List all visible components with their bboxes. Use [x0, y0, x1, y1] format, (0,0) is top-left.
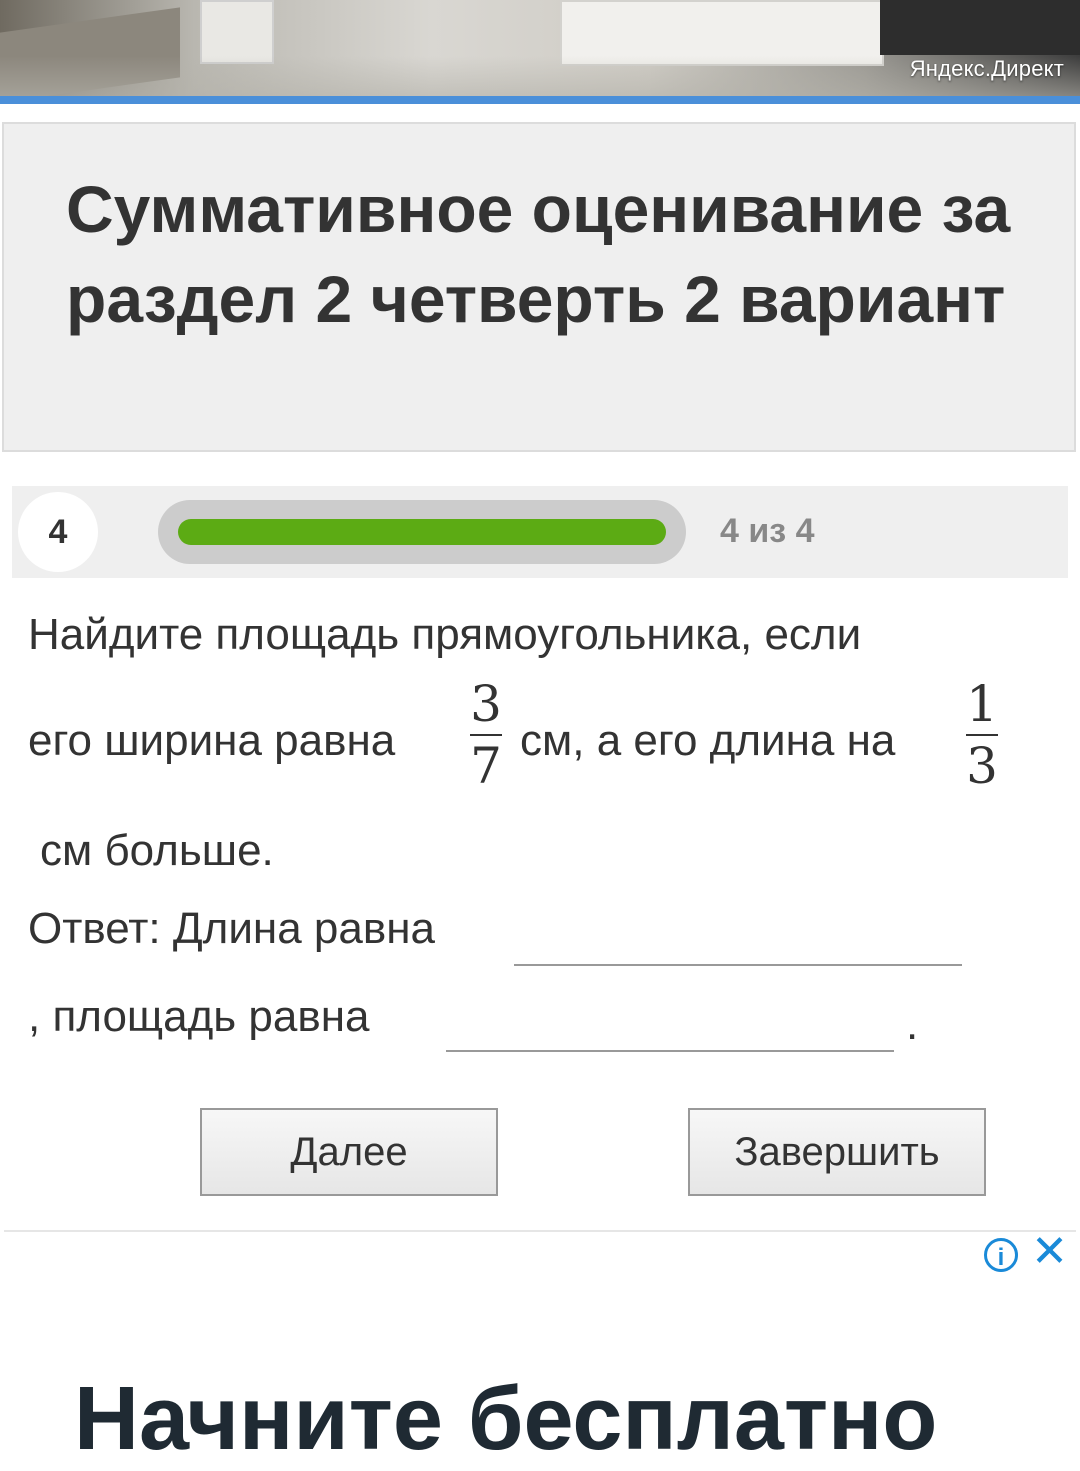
- question-line-3: см больше.: [40, 826, 274, 875]
- ad-brand-label: Яндекс.Директ: [909, 56, 1064, 81]
- progress-bar-fill: [178, 519, 666, 545]
- info-icon[interactable]: i: [984, 1238, 1018, 1272]
- next-button[interactable]: Далее: [200, 1108, 498, 1196]
- fraction-length-bar: [966, 734, 998, 736]
- fraction-width-numerator: 3: [470, 675, 502, 733]
- answer-area-input[interactable]: [446, 1050, 894, 1052]
- question-line-1: Найдите площадь прямоугольника, если: [28, 610, 862, 659]
- question-line-2a: его ширина равна: [28, 716, 396, 765]
- answer-end-period: .: [906, 1000, 919, 1049]
- fraction-length-numerator: 1: [966, 675, 998, 733]
- page-title: Суммативное оценивание за раздел 2 четве…: [66, 172, 1011, 336]
- test-title-box: Суммативное оценивание за раздел 2 четве…: [2, 122, 1076, 452]
- ad-headline: Начните бесплатно: [74, 1369, 938, 1469]
- fraction-width-denominator: 7: [470, 737, 502, 795]
- progress-bar-track: [158, 500, 686, 564]
- progress-row: 4 4 из 4: [12, 486, 1068, 578]
- answer-area-label: , площадь равна: [28, 992, 370, 1041]
- answer-length-input[interactable]: [514, 964, 962, 966]
- fraction-width-bar: [470, 734, 502, 736]
- question-number-badge: 4: [18, 492, 98, 572]
- fraction-width: 3 7: [464, 676, 508, 794]
- ad-image-cabinet: [200, 0, 274, 64]
- progress-text: 4 из 4: [720, 512, 815, 550]
- answer-length-label: Ответ: Длина равна: [28, 904, 435, 953]
- fraction-length-diff: 1 3: [960, 676, 1004, 794]
- fraction-length-denominator: 3: [966, 737, 998, 795]
- top-ad-banner[interactable]: Яндекс.Директ: [0, 0, 1080, 96]
- header-accent-strip: [0, 96, 1080, 104]
- bottom-ad-banner[interactable]: i ✕ Начните бесплатно: [4, 1230, 1076, 1469]
- close-icon[interactable]: ✕: [1031, 1230, 1068, 1274]
- ad-image-appliance: [880, 0, 1080, 55]
- finish-button[interactable]: Завершить: [688, 1108, 986, 1196]
- question-line-2b: см, а его длина на: [520, 716, 896, 765]
